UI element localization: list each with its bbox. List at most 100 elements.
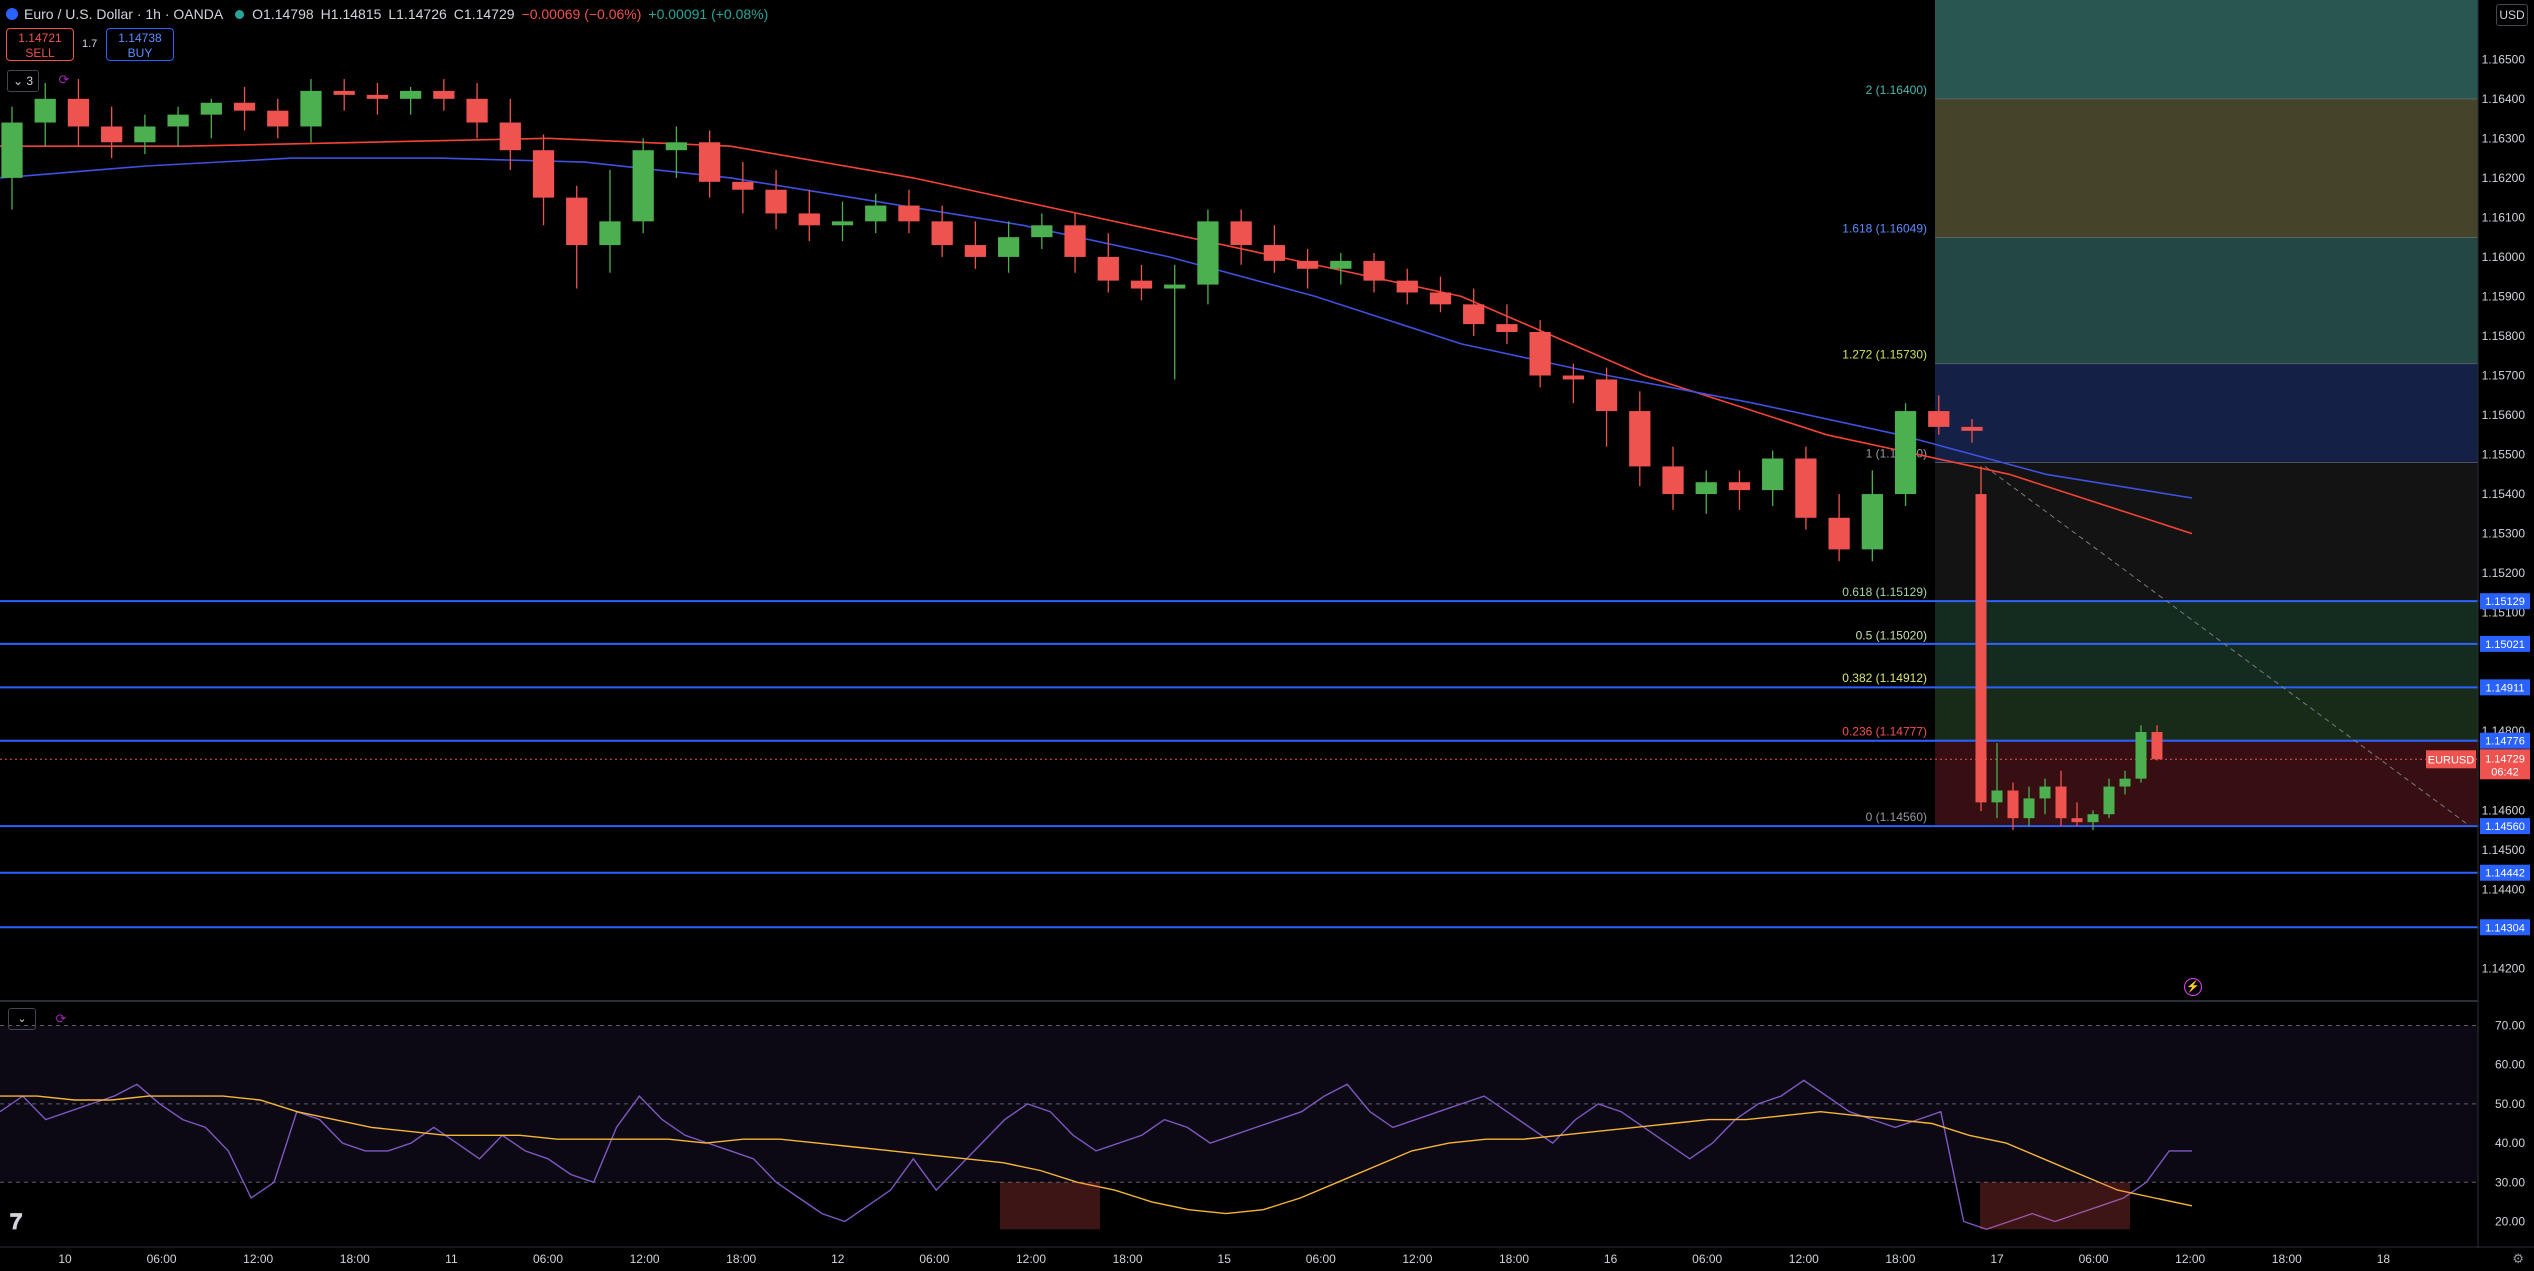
- hline-price-text: 1.14776: [2485, 736, 2525, 748]
- symbol-title[interactable]: Euro / U.S. Dollar · 1h · OANDA: [24, 6, 223, 22]
- last-price-text: 1.14729: [2485, 753, 2525, 765]
- ohlc-open: O1.14798: [252, 6, 314, 22]
- hline-price-text: 1.15129: [2485, 596, 2525, 608]
- currency-selector[interactable]: USD: [2496, 4, 2528, 26]
- candle-body: [2135, 732, 2147, 779]
- price-tick: 1.16100: [2482, 210, 2526, 224]
- candle-body: [2039, 786, 2051, 799]
- ohlc-change: −0.00069 (−0.06%): [521, 6, 642, 22]
- price-tick: 1.15900: [2482, 289, 2526, 303]
- hline-price-text: 1.15021: [2485, 639, 2525, 651]
- time-tick: 06:00: [2079, 1252, 2109, 1266]
- candle-body: [1828, 517, 1850, 550]
- lightning-icon[interactable]: ⚡: [2184, 978, 2202, 996]
- price-tick: 1.15600: [2482, 408, 2526, 422]
- price-tick: 1.15200: [2482, 566, 2526, 580]
- time-tick: 06:00: [1306, 1252, 1336, 1266]
- candle-body: [632, 150, 654, 222]
- rsi-tick: 70.00: [2495, 1019, 2525, 1033]
- time-tick: 06:00: [533, 1252, 563, 1266]
- ema-slow-line: [0, 157, 2193, 499]
- fib-zone: [1935, 237, 2478, 364]
- ohlc-low: L1.14726: [388, 6, 447, 22]
- candle-body: [1961, 426, 1983, 431]
- candle-body: [1529, 332, 1551, 376]
- hline-price-text: 1.14560: [2485, 821, 2525, 833]
- candle-body: [233, 102, 256, 111]
- candle-body: [1894, 411, 1917, 495]
- price-tick: 1.16300: [2482, 131, 2526, 145]
- candle-body: [1230, 221, 1252, 246]
- fib-label: 0.618 (1.15129): [1842, 585, 1927, 599]
- trading-chart[interactable]: 2 (1.16400) 1.618 (1.16049) 1.272 (1.15730…: [0, 0, 2534, 1271]
- fib-zone: [1935, 0, 2478, 99]
- candle-body: [67, 98, 90, 127]
- indicators-toggle[interactable]: ⌄ 3: [7, 70, 39, 92]
- ohlc-high: H1.14815: [320, 6, 382, 22]
- candle-body: [566, 197, 588, 246]
- candle-body: [300, 90, 322, 127]
- sync-icon[interactable]: ⟳: [55, 71, 73, 89]
- pane-collapse-button[interactable]: ⌄: [8, 1008, 36, 1030]
- fib-label: 1.618 (1.16049): [1842, 222, 1927, 236]
- candle-body: [599, 221, 621, 246]
- time-tick: 12:00: [1789, 1252, 1819, 1266]
- price-tick: 1.15700: [2482, 368, 2526, 382]
- candle-body: [1263, 245, 1286, 261]
- candle-body: [2103, 786, 2115, 815]
- fib-zone: [1935, 644, 2478, 687]
- countdown-text: 06:42: [2491, 766, 2519, 778]
- candle-body: [1064, 225, 1086, 257]
- candle-body: [765, 189, 787, 214]
- candle-body: [1662, 466, 1684, 495]
- eur-flag-icon: [6, 8, 18, 20]
- candle-body: [1975, 494, 1987, 803]
- candle-body: [1429, 292, 1452, 305]
- fib-zone: [1935, 686, 2478, 741]
- settings-icon[interactable]: ⚙: [2512, 1251, 2524, 1267]
- candle-body: [400, 90, 422, 99]
- candle-body: [1164, 284, 1186, 289]
- ohlc-close: C1.14729: [453, 6, 515, 22]
- candle-body: [1097, 256, 1119, 281]
- fib-label: 0.5 (1.15020): [1856, 628, 1927, 642]
- buy-button[interactable]: 1.14738 BUY: [106, 28, 174, 61]
- time-tick: 12:00: [243, 1252, 273, 1266]
- tradingview-logo-icon: 𝟕: [10, 1210, 23, 1235]
- candle-body: [2151, 732, 2163, 760]
- candle-body: [1496, 324, 1518, 333]
- candle-body: [1762, 458, 1784, 491]
- moving-averages: [0, 137, 2193, 535]
- candle-body: [1728, 482, 1751, 491]
- price-tick: 1.15300: [2482, 527, 2526, 541]
- candle-body: [333, 90, 355, 95]
- candle-body: [1130, 280, 1153, 289]
- fib-label: 0.236 (1.14777): [1842, 724, 1927, 738]
- rsi-sync-icon[interactable]: ⟳: [52, 1010, 70, 1028]
- ema-fast-line: [0, 137, 2193, 535]
- fib-zone: [1935, 462, 2478, 602]
- rsi-pane: [0, 1000, 2534, 1231]
- time-tick: 10: [58, 1252, 72, 1266]
- time-tick: 18:00: [1113, 1252, 1143, 1266]
- candle-body: [1629, 411, 1651, 467]
- time-tick: 18:00: [2272, 1252, 2302, 1266]
- candle-body: [732, 181, 754, 190]
- time-tick: 16: [1604, 1252, 1618, 1266]
- rsi-oversold-fill: [1000, 1182, 1100, 1230]
- candle-body: [499, 122, 521, 151]
- time-tick: 06:00: [147, 1252, 177, 1266]
- candle-body: [466, 98, 488, 123]
- hline-price-text: 1.14442: [2485, 868, 2525, 880]
- sell-button[interactable]: 1.14721 SELL: [6, 28, 74, 61]
- candle-body: [865, 205, 887, 222]
- rsi-tick: 20.00: [2495, 1214, 2525, 1228]
- symbol-tag-text: EURUSD: [2428, 754, 2475, 766]
- rsi-oversold-fill: [1980, 1182, 2130, 1230]
- buy-price: 1.14738: [118, 31, 162, 45]
- candle-body: [1031, 225, 1053, 238]
- time-axis: 10 06:00 12:00 18:00 11 06:00 12:00 18:00 12 06:0…: [0, 1246, 2534, 1266]
- candle-body: [1330, 260, 1352, 269]
- price-tick: 1.15800: [2482, 329, 2526, 343]
- time-tick: 18: [2377, 1252, 2391, 1266]
